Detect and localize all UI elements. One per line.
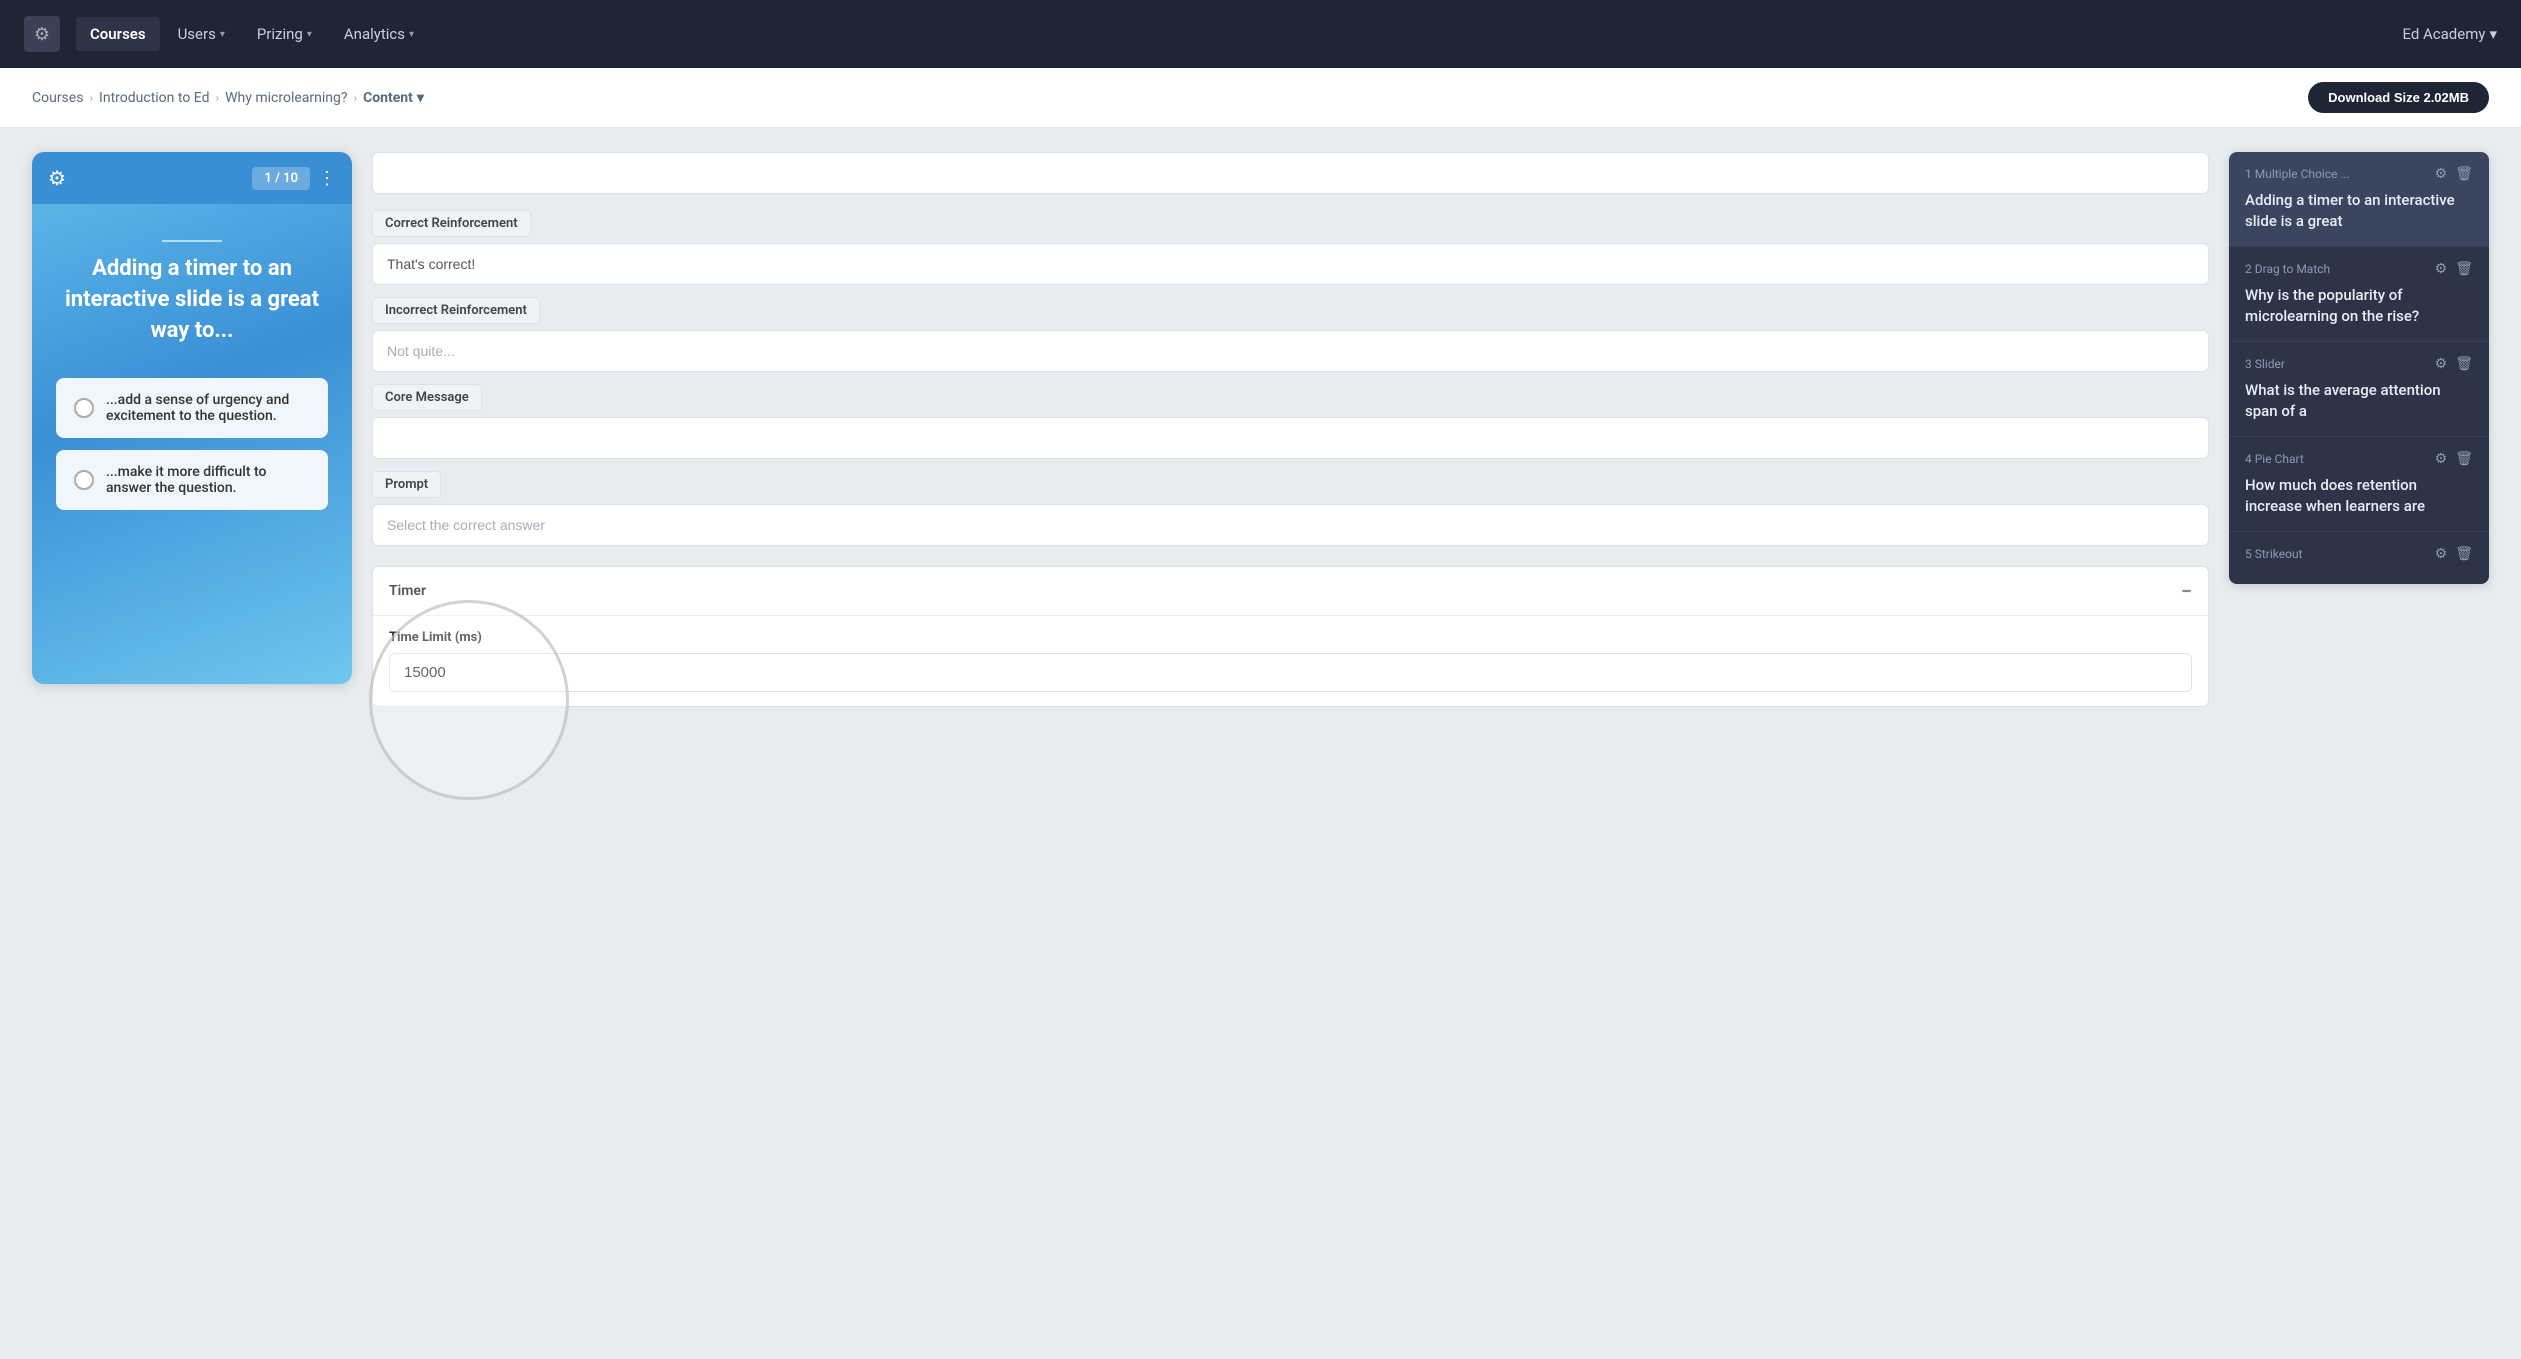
nav-left: ⚙ Courses Users ▾ Prizing ▾ Analytics ▾: [24, 16, 428, 52]
nav-analytics[interactable]: Analytics ▾: [330, 17, 428, 51]
slide-gear-icon: ⚙: [48, 166, 66, 190]
incorrect-reinforcement-section: Incorrect Reinforcement: [372, 297, 2209, 372]
slide-list: 1 Multiple Choice ... ⚙ 🗑 Adding a timer…: [2229, 152, 2489, 584]
prizing-arrow-icon: ▾: [307, 29, 312, 40]
slide-item-actions-2: ⚙ 🗑: [2435, 261, 2473, 277]
slide-item-actions-3: ⚙ 🗑: [2435, 356, 2473, 372]
correct-reinforcement-section: Correct Reinforcement: [372, 210, 2209, 285]
nav-courses[interactable]: Courses: [76, 17, 160, 51]
slide-item-title-1: Adding a timer to an interactive slide i…: [2245, 190, 2473, 232]
timer-wrap: Time Limit (ms): [389, 630, 2192, 692]
breadcrumb-micro[interactable]: Why microlearning?: [225, 90, 347, 106]
timer-header: Timer −: [373, 567, 2208, 616]
slide-gear-icon-3[interactable]: ⚙: [2435, 356, 2448, 372]
slide-option-1-text: ...add a sense of urgency and excitement…: [106, 392, 310, 424]
form-panel: Correct Reinforcement Incorrect Reinforc…: [372, 152, 2209, 707]
prompt-label: Prompt: [372, 471, 441, 498]
slide-item-num-type-3: 3 Slider: [2245, 357, 2285, 371]
slide-item-title-3: What is the average attention span of a: [2245, 380, 2473, 422]
nav-prizing[interactable]: Prizing ▾: [243, 17, 326, 51]
slide-item-header-3: 3 Slider ⚙ 🗑: [2245, 356, 2473, 372]
slide-radio-2: [74, 470, 94, 490]
slide-list-item-5[interactable]: 5 Strikeout ⚙ 🗑: [2229, 532, 2489, 584]
slide-delete-icon-4[interactable]: 🗑: [2455, 451, 2473, 467]
timer-collapse-button[interactable]: −: [2181, 579, 2192, 603]
top-navigation: ⚙ Courses Users ▾ Prizing ▾ Analytics ▾ …: [0, 0, 2521, 68]
prompt-input[interactable]: [372, 504, 2209, 546]
slide-item-num-type-1: 1 Multiple Choice ...: [2245, 167, 2350, 181]
slide-radio-1: [74, 398, 94, 418]
breadcrumb-intro[interactable]: Introduction to Ed: [99, 90, 209, 106]
slide-item-num-type-4: 4 Pie Chart: [2245, 452, 2304, 466]
breadcrumb-sep-2: ›: [216, 91, 220, 105]
download-button[interactable]: Download Size 2.02MB: [2308, 82, 2489, 113]
slide-delete-icon-3[interactable]: 🗑: [2455, 356, 2473, 372]
incorrect-reinforcement-label: Incorrect Reinforcement: [372, 297, 540, 324]
core-message-section: Core Message: [372, 384, 2209, 459]
users-arrow-icon: ▾: [220, 29, 225, 40]
slide-preview: ⚙ 1 / 10 ⋮ Adding a timer to an interact…: [32, 152, 352, 684]
breadcrumb-current[interactable]: Content ▾: [363, 90, 424, 106]
slide-gear-icon-5[interactable]: ⚙: [2435, 546, 2448, 562]
slide-item-actions-5: ⚙ 🗑: [2435, 546, 2473, 562]
core-message-input[interactable]: [372, 417, 2209, 459]
top-input[interactable]: [372, 152, 2209, 194]
nav-items: Courses Users ▾ Prizing ▾ Analytics ▾: [76, 17, 428, 51]
slide-option-1[interactable]: ...add a sense of urgency and excitement…: [56, 378, 328, 438]
slide-item-num-type-2: 2 Drag to Match: [2245, 262, 2330, 276]
slide-item-actions-1: ⚙ 🗑: [2435, 166, 2473, 182]
slide-item-title-4: How much does retention increase when le…: [2245, 475, 2473, 517]
content-arrow-icon: ▾: [417, 90, 424, 106]
breadcrumb: Courses › Introduction to Ed › Why micro…: [32, 90, 424, 106]
slide-item-title-2: Why is the popularity of microlearning o…: [2245, 285, 2473, 327]
slide-delete-icon-5[interactable]: 🗑: [2455, 546, 2473, 562]
slide-list-item-4[interactable]: 4 Pie Chart ⚙ 🗑 How much does retention …: [2229, 437, 2489, 532]
breadcrumb-courses[interactable]: Courses: [32, 90, 83, 106]
slide-option-2[interactable]: ...make it more difficult to answer the …: [56, 450, 328, 510]
slide-item-header-5: 5 Strikeout ⚙ 🗑: [2245, 546, 2473, 562]
slide-title: Adding a timer to an interactive slide i…: [56, 254, 328, 346]
slide-list-item-3[interactable]: 3 Slider ⚙ 🗑 What is the average attenti…: [2229, 342, 2489, 437]
slide-gear-icon-2[interactable]: ⚙: [2435, 261, 2448, 277]
slide-option-2-text: ...make it more difficult to answer the …: [106, 464, 310, 496]
user-menu[interactable]: Ed Academy ▾: [2402, 25, 2497, 43]
correct-reinforcement-label: Correct Reinforcement: [372, 210, 531, 237]
breadcrumb-bar: Courses › Introduction to Ed › Why micro…: [0, 68, 2521, 128]
slide-list-item-2[interactable]: 2 Drag to Match ⚙ 🗑 Why is the popularit…: [2229, 247, 2489, 342]
core-message-label: Core Message: [372, 384, 482, 411]
slide-list-item-1[interactable]: 1 Multiple Choice ... ⚙ 🗑 Adding a timer…: [2229, 152, 2489, 247]
timer-label: Timer: [389, 583, 426, 599]
slide-gear-icon-4[interactable]: ⚙: [2435, 451, 2448, 467]
slide-item-header-1: 1 Multiple Choice ... ⚙ 🗑: [2245, 166, 2473, 182]
slide-header: ⚙ 1 / 10 ⋮: [32, 152, 352, 204]
timer-section: Timer − Time Limit (ms): [372, 566, 2209, 707]
prompt-section: Prompt: [372, 471, 2209, 546]
time-limit-label: Time Limit (ms): [389, 630, 2192, 645]
analytics-arrow-icon: ▾: [409, 29, 414, 40]
slide-item-actions-4: ⚙ 🗑: [2435, 451, 2473, 467]
slide-item-header-4: 4 Pie Chart ⚙ 🗑: [2245, 451, 2473, 467]
slide-options-icon[interactable]: ⋮: [318, 168, 336, 189]
slide-body: Adding a timer to an interactive slide i…: [32, 204, 352, 684]
breadcrumb-sep-3: ›: [353, 91, 357, 105]
user-arrow-icon: ▾: [2489, 25, 2497, 43]
nav-users[interactable]: Users ▾: [164, 17, 239, 51]
slide-item-num-type-5: 5 Strikeout: [2245, 547, 2302, 561]
slide-gear-icon-1[interactable]: ⚙: [2435, 166, 2448, 182]
slide-counter: 1 / 10: [252, 167, 310, 190]
correct-reinforcement-input[interactable]: [372, 243, 2209, 285]
main-content: ⚙ 1 / 10 ⋮ Adding a timer to an interact…: [0, 128, 2521, 731]
slide-delete-icon-2[interactable]: 🗑: [2455, 261, 2473, 277]
slide-counter-wrap: 1 / 10 ⋮: [252, 167, 336, 190]
incorrect-reinforcement-input[interactable]: [372, 330, 2209, 372]
slide-item-header-2: 2 Drag to Match ⚙ 🗑: [2245, 261, 2473, 277]
timer-body: Time Limit (ms): [373, 616, 2208, 706]
logo-icon[interactable]: ⚙: [24, 16, 60, 52]
slide-divider: [162, 240, 222, 242]
slide-delete-icon-1[interactable]: 🗑: [2455, 166, 2473, 182]
time-limit-input[interactable]: [389, 653, 2192, 692]
breadcrumb-sep-1: ›: [89, 91, 93, 105]
